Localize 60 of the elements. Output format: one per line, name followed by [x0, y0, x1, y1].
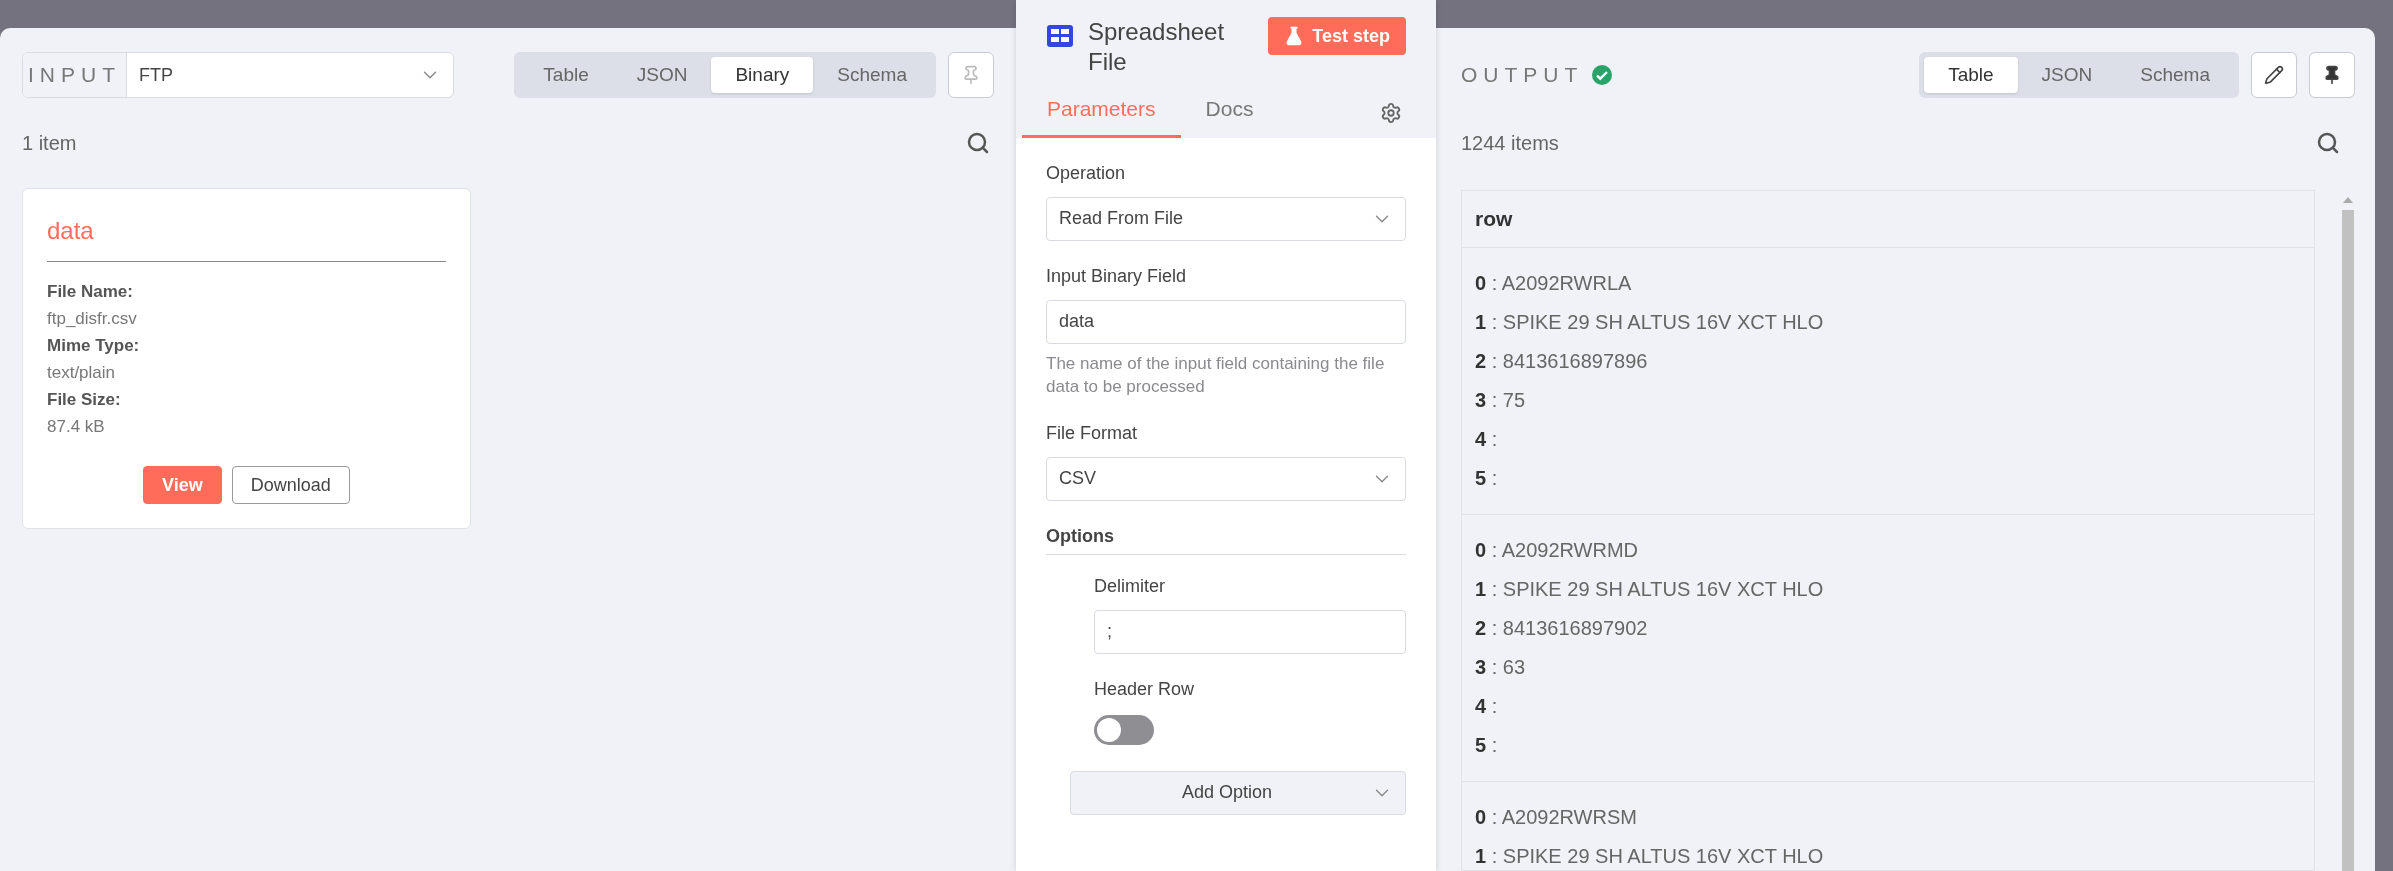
download-button[interactable]: Download: [231, 466, 350, 504]
table-cell-text: 2 : 8413616897896: [1475, 349, 1649, 374]
item-count: 1 item: [22, 131, 77, 156]
table-cell-text: 1 : SPIKE 29 SH ALTUS 16V XCT HLO: [1475, 844, 1825, 869]
field-hint: The name of the input field containing the file data to be processed: [1046, 352, 1386, 398]
input-field[interactable]: ;: [1094, 609, 1406, 654]
table-cell-text: 3 : 75: [1475, 388, 1527, 413]
dropdown-field[interactable]: Read From File: [1046, 196, 1406, 241]
field-label: Delimiter: [1094, 574, 1166, 598]
column-header: row: [1462, 191, 2314, 248]
pin-icon: [961, 65, 981, 85]
field-value: 87.4 kB: [47, 416, 106, 438]
field-value: text/plain: [47, 362, 117, 384]
table-cell-text: 2 : 8413616897902: [1475, 616, 1649, 641]
table-cell-text: 5 :: [1475, 733, 1499, 758]
table-cell-text: 0 : A2092RWRLA: [1475, 271, 1633, 296]
table-cell-text: 1 : SPIKE 29 SH ALTUS 16V XCT HLO: [1475, 310, 1825, 335]
field-label: Input Binary Field: [1046, 264, 1188, 288]
source-selector[interactable]: INPUT FTP: [22, 52, 454, 98]
view-tab[interactable]: Schema: [2116, 57, 2234, 93]
node-title: Spreadsheet File: [1088, 17, 1226, 77]
table-cell-text: 0 : A2092RWRSM: [1475, 805, 1638, 830]
view-tab[interactable]: Table: [1924, 57, 2018, 93]
section-title: Options: [1046, 522, 1406, 555]
search-icon[interactable]: [2316, 131, 2340, 155]
table-cell-text: 0 : A2092RWRMD: [1475, 538, 1640, 563]
dropdown-field[interactable]: FTP: [127, 53, 453, 97]
table-cell-text: 3 : 63: [1475, 655, 1527, 680]
table-cell-text: 4 :: [1475, 694, 1499, 719]
dropdown-field[interactable]: CSV: [1046, 456, 1406, 501]
panel-label: OUTPUT: [1461, 62, 1584, 89]
field-label: File Name:: [47, 281, 134, 303]
view-tab[interactable]: JSON: [612, 57, 712, 93]
edit-button[interactable]: [2251, 52, 2297, 98]
search-icon[interactable]: [966, 131, 990, 155]
card-title: data: [47, 213, 446, 262]
view-tab[interactable]: Table: [519, 57, 613, 93]
settings-icon[interactable]: [1380, 101, 1402, 124]
field-label: Operation: [1046, 161, 1127, 185]
table-cell-text: 5 :: [1475, 466, 1499, 491]
table-cell-text: 4 :: [1475, 427, 1499, 452]
item-count: 1244 items: [1461, 131, 1559, 156]
spreadsheet-icon: [1046, 24, 1074, 48]
pencil-icon: [2264, 65, 2284, 85]
view-tab[interactable]: JSON: [2017, 57, 2117, 93]
field-label: Mime Type:: [47, 335, 141, 357]
pin-icon: [2322, 65, 2342, 85]
add-option-button[interactable]: Add Option: [1070, 770, 1406, 815]
view-tab[interactable]: Schema: [813, 57, 931, 93]
panel-tab[interactable]: Docs: [1180, 93, 1279, 138]
field-value: ftp_disfr.csv: [47, 308, 138, 330]
field-label: File Format: [1046, 421, 1138, 445]
table-cell-text: 1 : SPIKE 29 SH ALTUS 16V XCT HLO: [1475, 577, 1825, 602]
input-field[interactable]: data: [1046, 299, 1406, 344]
field-label: File Size:: [47, 389, 122, 411]
field-label: Header Row: [1094, 677, 1196, 701]
view-tab[interactable]: Binary: [711, 57, 814, 93]
panel-label: INPUT: [23, 53, 127, 97]
toggle-switch[interactable]: [1094, 714, 1154, 745]
pin-button[interactable]: [2309, 52, 2355, 98]
